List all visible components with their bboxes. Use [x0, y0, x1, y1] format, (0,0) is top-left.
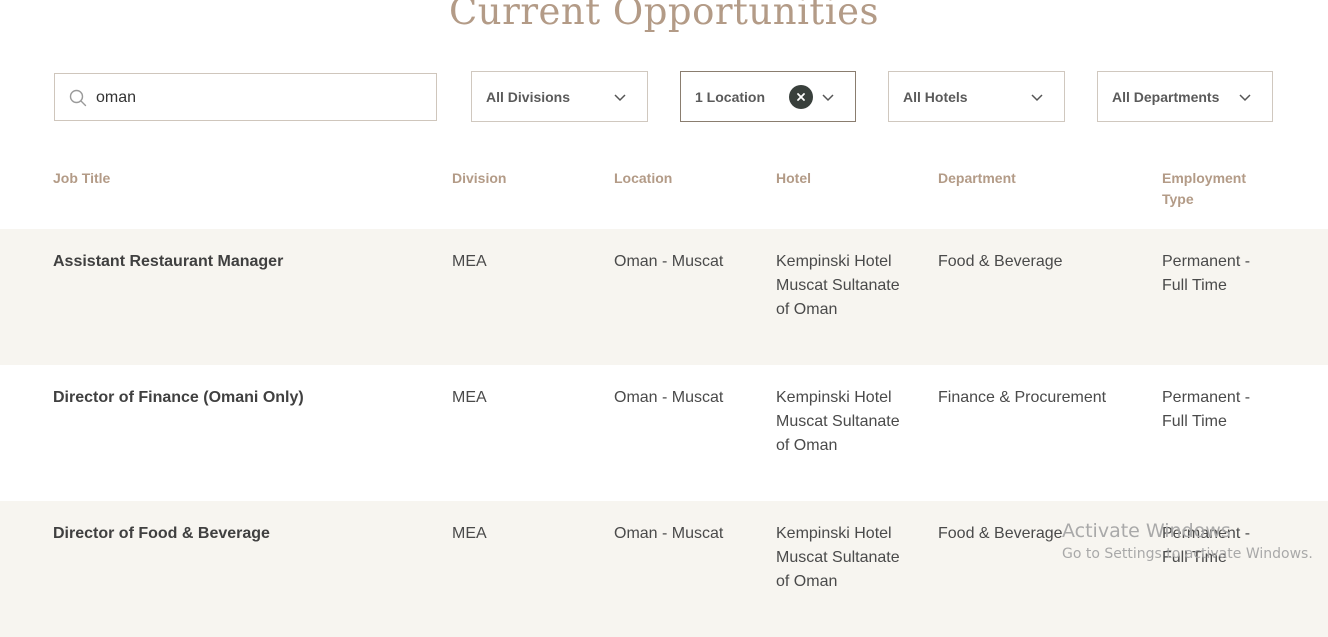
location-cell: Oman - Muscat [614, 525, 724, 542]
department-cell: Food & Beverage [938, 525, 1063, 542]
division-filter-label: All Divisions [486, 89, 571, 105]
division-cell: MEA [452, 525, 487, 542]
page-title: Current Opportunities [449, 0, 879, 33]
column-header-department[interactable]: Department [938, 168, 1016, 189]
close-icon [797, 93, 805, 101]
department-filter[interactable]: All Departments [1097, 71, 1273, 122]
chevron-down-icon [1238, 90, 1252, 104]
department-cell: Finance & Procurement [938, 389, 1107, 406]
hotel-filter-label: All Hotels [903, 89, 968, 105]
column-header-hotel[interactable]: Hotel [776, 168, 811, 189]
hotel-cell: Kempinski Hotel Muscat Sultanate of Oman [776, 253, 900, 318]
chevron-down-icon [613, 90, 627, 104]
location-cell: Oman - Muscat [614, 253, 724, 270]
division-cell: MEA [452, 389, 487, 406]
job-title-link[interactable]: Director of Food & Beverage [53, 522, 443, 546]
department-cell: Food & Beverage [938, 253, 1063, 270]
employment-type-cell: Permanent - Full Time [1162, 389, 1251, 430]
location-cell: Oman - Muscat [614, 389, 724, 406]
department-filter-label: All Departments [1112, 89, 1220, 105]
employment-type-cell: Permanent - Full Time [1162, 253, 1251, 294]
employment-type-cell: Permanent - Full Time [1162, 525, 1251, 566]
search-input[interactable] [96, 86, 416, 110]
column-header-job-title[interactable]: Job Title [53, 168, 110, 189]
hotel-cell: Kempinski Hotel Muscat Sultanate of Oman [776, 389, 900, 454]
search-box[interactable] [54, 73, 437, 121]
chevron-down-icon [821, 90, 835, 104]
table-row[interactable]: Assistant Restaurant Manager MEA Oman - … [0, 229, 1328, 365]
job-title-link[interactable]: Assistant Restaurant Manager [53, 250, 443, 274]
hotel-filter[interactable]: All Hotels [888, 71, 1065, 122]
job-title-link[interactable]: Director of Finance (Omani Only) [53, 386, 443, 410]
chevron-down-icon [1030, 90, 1044, 104]
column-header-employment-type[interactable]: Employment Type [1162, 168, 1262, 210]
table-row[interactable]: Director of Food & Beverage MEA Oman - M… [0, 501, 1328, 637]
hotel-cell: Kempinski Hotel Muscat Sultanate of Oman [776, 525, 900, 590]
search-icon [69, 89, 87, 107]
division-filter[interactable]: All Divisions [471, 71, 648, 122]
location-filter-label: 1 Location [695, 89, 766, 105]
table-row[interactable]: Director of Finance (Omani Only) MEA Oma… [0, 365, 1328, 501]
column-header-location[interactable]: Location [614, 168, 672, 189]
clear-location-button[interactable] [789, 85, 813, 109]
division-cell: MEA [452, 253, 487, 270]
location-filter[interactable]: 1 Location [680, 71, 856, 122]
column-header-division[interactable]: Division [452, 168, 506, 189]
